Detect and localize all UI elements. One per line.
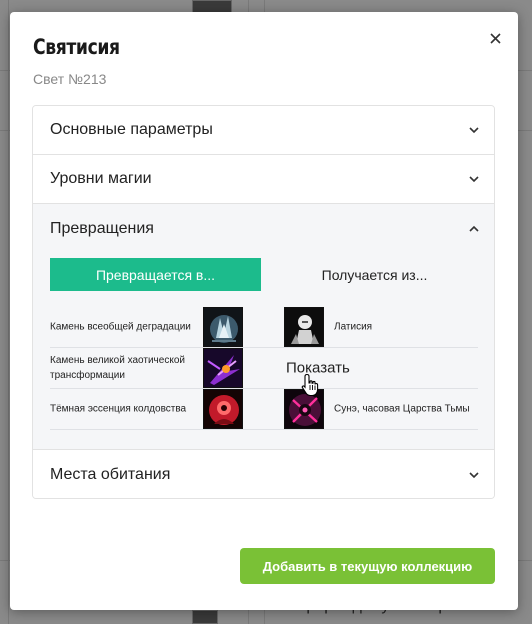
add-to-collection-button[interactable]: Добавить в текущую коллекцию — [240, 548, 495, 584]
close-button[interactable] — [485, 28, 505, 48]
catalyst-name: Камень всеобщей деградации — [50, 321, 191, 333]
modal-subtitle: Свет №213 — [33, 71, 107, 87]
details-accordion: Основные параметры Уровни магии Превраще… — [32, 105, 495, 499]
catalyst-name: Камень великой хаотической трансформации — [50, 355, 185, 381]
section-transformations-header[interactable]: Превращения — [33, 204, 494, 253]
section-label: Места обитания — [50, 465, 171, 483]
catalyst-name: Тёмная эссенция колдовства — [50, 403, 187, 415]
section-habitats-header[interactable]: Места обитания — [33, 450, 494, 498]
hand-cursor-icon — [301, 373, 319, 397]
section-label: Основные параметры — [50, 121, 213, 138]
tab-transforms-into[interactable]: Превращается в... — [50, 258, 261, 291]
catalyst-item: Камень всеобщей деградации — [50, 307, 262, 347]
result-name: Сунэ, часовая Царства Тьмы — [334, 403, 470, 415]
background-divider — [8, 0, 9, 624]
section-magic-levels-header[interactable]: Уровни магии — [33, 155, 494, 204]
transformation-row: Камень великой хаотической трансформации — [50, 348, 478, 389]
catalyst-item: Тёмная эссенция колдовства — [50, 389, 262, 429]
transformation-row: Тёмная эссенция колдовства Сунэ, часовая… — [50, 389, 478, 430]
result-item: Латисия — [284, 307, 478, 347]
ice-crystal-icon[interactable] — [203, 307, 243, 347]
close-icon — [489, 32, 501, 44]
white-creature-icon[interactable] — [284, 307, 324, 347]
chaos-stone-icon[interactable] — [203, 348, 243, 388]
transformation-row: Камень всеобщей деградации Латисия — [50, 307, 478, 348]
modal-title: Святисия — [33, 35, 120, 59]
result-name: Латисия — [334, 321, 373, 333]
section-transformations: Превращения Превращается в... Получается… — [33, 204, 494, 450]
section-label: Уровни магии — [50, 170, 152, 187]
dark-essence-icon[interactable] — [203, 389, 243, 429]
chevron-down-icon — [469, 471, 479, 478]
section-label: Превращения — [50, 219, 154, 237]
creature-modal: Святисия Свет №213 Основные параметры Ур… — [10, 12, 518, 610]
tab-obtained-from[interactable]: Получается из... — [269, 258, 480, 291]
section-main-params-header[interactable]: Основные параметры — [33, 106, 494, 155]
chevron-down-icon — [469, 176, 479, 183]
catalyst-item: Камень великой хаотической трансформации — [50, 348, 262, 388]
chevron-down-icon — [469, 127, 479, 134]
chevron-up-icon — [469, 225, 479, 232]
background-thumbnail — [192, 610, 218, 624]
transformations-body: Превращается в... Получается из... Камен… — [33, 253, 494, 450]
